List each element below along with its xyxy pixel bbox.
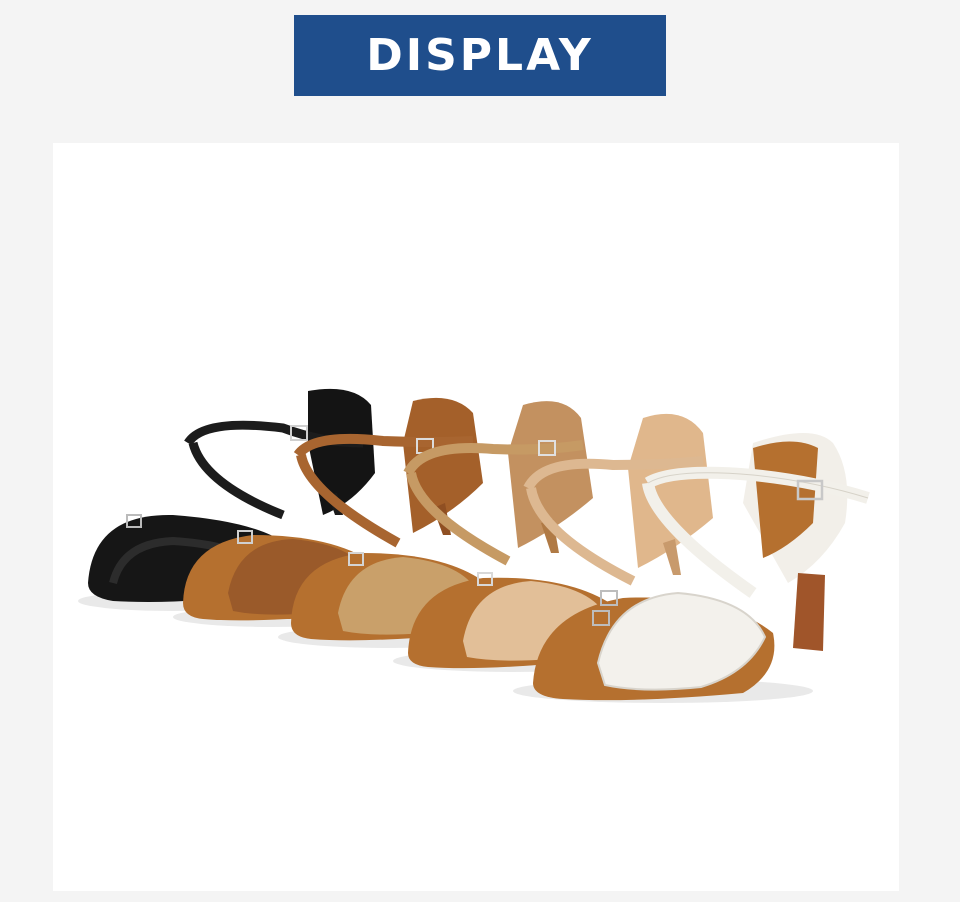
- display-banner: DISPLAY: [294, 15, 666, 96]
- product-photo: [53, 143, 899, 891]
- banner-title: DISPLAY: [366, 30, 594, 81]
- dance-shoes-illustration: [78, 388, 870, 703]
